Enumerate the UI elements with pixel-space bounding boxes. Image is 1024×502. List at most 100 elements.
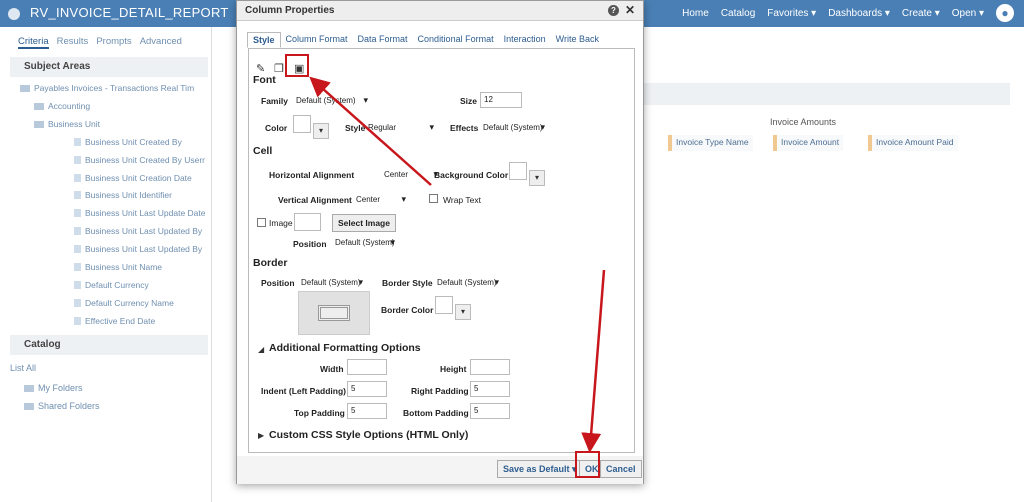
paste-icon-highlight — [285, 54, 309, 77]
left-pane: Criteria Results Prompts Advanced Subjec… — [0, 27, 212, 502]
image-position-select[interactable]: Default (System) — [332, 236, 398, 250]
select-image-button[interactable]: Select Image — [332, 214, 396, 232]
style-select[interactable]: Regular — [365, 121, 437, 135]
border-color-dropdown[interactable]: ▾ — [455, 304, 471, 320]
tab-results[interactable]: Results — [57, 36, 89, 49]
border-position-select[interactable]: Default (System) — [298, 276, 366, 290]
nav-catalog[interactable]: Catalog — [721, 8, 755, 19]
tree-folder[interactable]: Business Unit — [20, 116, 205, 134]
nav-home[interactable]: Home — [682, 8, 709, 19]
right-padding-input[interactable]: 5 — [470, 381, 510, 397]
tree-column[interactable]: Default Currency — [20, 277, 205, 295]
tree-column[interactable]: Effective End Date — [20, 313, 205, 331]
list-label: List — [10, 363, 25, 373]
border-preview-box — [318, 305, 350, 321]
tab-prompts[interactable]: Prompts — [96, 36, 131, 49]
top-nav: Home Catalog Favorites ▾ Dashboards ▾ Cr… — [682, 8, 984, 19]
tab-interaction[interactable]: Interaction — [499, 32, 551, 48]
width-input[interactable] — [347, 359, 387, 375]
top-padding-input[interactable]: 5 — [347, 403, 387, 419]
catalog-folder[interactable]: Shared Folders — [10, 397, 208, 415]
catalog-list-row: List All — [10, 359, 208, 377]
border-position-label: Position — [261, 278, 295, 288]
tree-column[interactable]: Business Unit Creation Date — [20, 170, 205, 188]
tab-advanced[interactable]: Advanced — [140, 36, 182, 49]
nav-dashboards[interactable]: Dashboards ▾ — [828, 8, 890, 19]
border-color-swatch[interactable] — [435, 296, 453, 314]
tree-column[interactable]: Business Unit Last Update Date — [20, 205, 205, 223]
collapse-triangle-icon[interactable]: ◢ — [258, 345, 264, 354]
halign-label: Horizontal Alignment — [269, 170, 355, 180]
tree-column[interactable]: Business Unit Name — [20, 259, 205, 277]
border-style-select[interactable]: Default (System) — [434, 276, 502, 290]
additional-formatting-title[interactable]: Additional Formatting Options — [269, 342, 421, 354]
dialog-header: Column Properties ? ✕ — [237, 1, 643, 21]
catalog-panel: List All My Folders Shared Folders — [10, 359, 208, 415]
subject-areas-header[interactable]: Subject Areas — [10, 57, 208, 77]
help-icon[interactable]: ? — [608, 5, 619, 16]
tree-column[interactable]: Business Unit Last Updated By — [20, 223, 205, 241]
border-section-title: Border — [253, 257, 288, 269]
right-padding-label: Right Padding — [411, 386, 469, 396]
image-checkbox[interactable] — [257, 218, 266, 227]
user-avatar-icon[interactable]: ● — [996, 4, 1014, 22]
column-chip[interactable]: Invoice Amount Paid — [868, 135, 958, 151]
image-label: Image — [269, 218, 293, 228]
valign-select[interactable]: Center — [353, 193, 409, 207]
nav-favorites[interactable]: Favorites ▾ — [767, 8, 816, 19]
bottom-padding-input[interactable]: 5 — [470, 403, 510, 419]
tab-write-back[interactable]: Write Back — [551, 32, 604, 48]
save-as-default-button[interactable]: Save as Default ▾ — [497, 460, 583, 478]
wrap-text-label: Wrap Text — [443, 195, 481, 205]
indent-label: Indent (Left Padding) — [261, 386, 346, 396]
wrap-text-checkbox[interactable] — [429, 194, 438, 203]
tab-data-format[interactable]: Data Format — [353, 32, 413, 48]
image-preview — [294, 213, 321, 231]
tab-conditional-format[interactable]: Conditional Format — [413, 32, 499, 48]
style-tab-content: ✎ ❐ ▣ Font Family Default (System) Size … — [248, 48, 635, 453]
expand-triangle-icon[interactable]: ▶ — [258, 431, 264, 440]
tab-style[interactable]: Style — [247, 32, 281, 48]
tree-column[interactable]: Business Unit Last Updated By Use — [20, 241, 205, 259]
tab-criteria[interactable]: Criteria — [18, 36, 49, 49]
folder-icon — [34, 102, 44, 110]
font-color-swatch[interactable] — [293, 115, 311, 133]
close-icon[interactable]: ✕ — [625, 3, 635, 17]
bg-color-dropdown[interactable]: ▾ — [529, 170, 545, 186]
height-input[interactable] — [470, 359, 510, 375]
selected-columns-bar — [640, 83, 1010, 105]
custom-css-title[interactable]: Custom CSS Style Options (HTML Only) — [269, 429, 468, 441]
nav-open[interactable]: Open ▾ — [952, 8, 984, 19]
tree-root[interactable]: Payables Invoices - Transactions Real Ti… — [20, 80, 205, 98]
tree-folder[interactable]: Accounting — [20, 98, 205, 116]
tree-column[interactable]: Business Unit Created By Usernam — [20, 152, 205, 170]
border-preview[interactable] — [298, 291, 370, 335]
app-logo-icon — [8, 8, 20, 20]
dialog-title: Column Properties — [245, 5, 335, 16]
tab-column-format[interactable]: Column Format — [281, 32, 353, 48]
subject-tree: Payables Invoices - Transactions Real Ti… — [20, 80, 205, 331]
folder-icon — [34, 120, 44, 128]
tree-column[interactable]: Business Unit Created By — [20, 134, 205, 152]
column-chip[interactable]: Invoice Amount — [773, 135, 844, 151]
halign-select[interactable]: Center — [381, 168, 441, 182]
catalog-folder[interactable]: My Folders — [10, 379, 208, 397]
family-select[interactable]: Default (System) — [293, 94, 371, 108]
effects-select[interactable]: Default (System) — [480, 121, 548, 135]
tree-column[interactable]: Default Currency Name — [20, 295, 205, 313]
catalog-header[interactable]: Catalog — [10, 335, 208, 355]
height-label: Height — [440, 364, 467, 374]
font-color-dropdown[interactable]: ▾ — [313, 123, 329, 139]
tree-column[interactable]: Business Unit Identifier — [20, 187, 205, 205]
folder-icon — [24, 403, 34, 410]
size-input[interactable]: 12 — [480, 92, 522, 108]
family-label: Family — [261, 96, 288, 106]
cancel-button[interactable]: Cancel — [600, 460, 642, 478]
bg-color-swatch[interactable] — [509, 162, 527, 180]
indent-input[interactable]: 5 — [347, 381, 387, 397]
column-chip[interactable]: Invoice Type Name — [668, 135, 753, 151]
nav-create[interactable]: Create ▾ — [902, 8, 940, 19]
dialog-tabs: Style Column Format Data Format Conditio… — [247, 32, 604, 48]
list-select[interactable]: All — [26, 363, 36, 373]
ok-button-highlight — [575, 451, 600, 478]
